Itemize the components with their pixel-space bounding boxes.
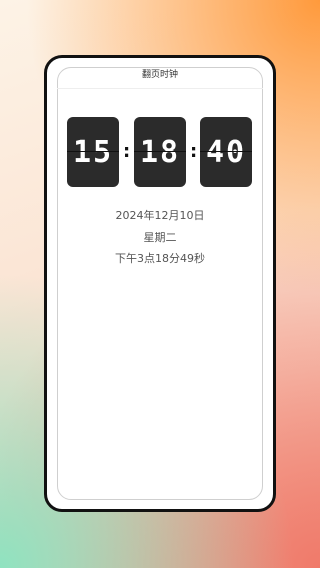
- flip-clock: 15 : 18 : 40: [67, 117, 253, 187]
- hours-card: 15: [67, 117, 119, 187]
- minutes-digits: 18: [139, 134, 181, 170]
- date-text: 2024年12月10日: [115, 209, 205, 222]
- weekday-text: 星期二: [143, 231, 177, 244]
- colon-separator: :: [123, 141, 131, 162]
- colon-separator: :: [190, 141, 198, 162]
- hours-digits: 15: [72, 134, 114, 170]
- minutes-card: 18: [134, 117, 186, 187]
- seconds-digits: 40: [205, 134, 247, 170]
- time-in-words-text: 下午3点18分49秒: [115, 252, 205, 265]
- phone-frame: 翻页时钟 15 : 18 : 40 2024年12月10日 星期二 下午3点18…: [44, 55, 276, 512]
- header-divider: [57, 88, 263, 89]
- page-title: 翻页时钟: [141, 70, 178, 80]
- seconds-card: 40: [200, 117, 252, 187]
